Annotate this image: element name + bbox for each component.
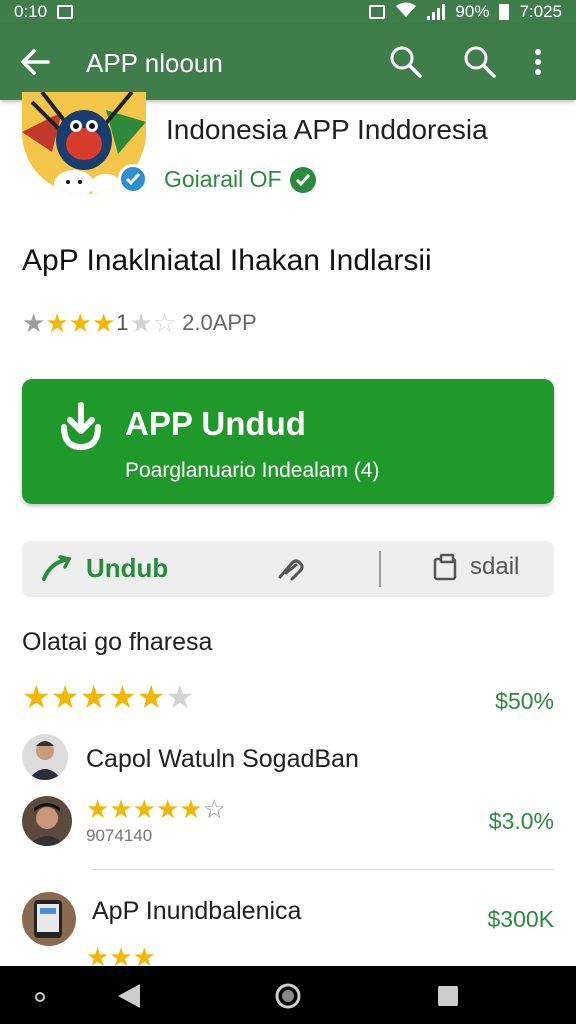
status-time-right: 7:025 [519,2,562,21]
arrow-icon [42,554,72,581]
star-icon: ★ [155,794,180,824]
notification-icon [57,5,74,19]
star-icon: ☆ [202,794,226,824]
star-icon: ★ [45,308,69,338]
battery-icon [499,4,510,20]
summary-stars: ★ ★ ★ ★ ★ ★ [22,680,194,714]
avatar [22,796,72,846]
search-icon[interactable] [462,44,498,80]
rating-value: 1 [116,310,129,335]
action-divider [379,551,381,587]
avatar [22,892,76,946]
star-icon: ★ [91,308,116,338]
back-triangle-icon[interactable] [116,982,142,1015]
review-divider [92,869,554,870]
back-arrow-icon[interactable] [18,46,52,78]
star-icon: ★ [50,679,80,715]
home-circle-icon[interactable] [274,982,302,1015]
review-price: $3.0% [488,808,554,834]
star-icon: ★ [68,308,92,338]
reviewer-name: ApP Inundbalenica [92,897,302,925]
verified-badge-icon [118,164,148,194]
app-headline: ApP Inaklniatal Ihakan Indlarsii [22,244,432,277]
secondary-action-label: sdail [470,553,520,580]
battery-percent: 90% [455,2,490,21]
star-icon: ★ [109,794,133,824]
page-title: APP nlooun [86,48,223,78]
rating-row: ★ ★ ★ ★ 1 ★ ☆ 2.0APP [22,310,257,336]
status-time-left: 0:10 [14,2,48,21]
alarm-icon [369,5,386,19]
clipboard-icon [433,553,457,581]
install-button[interactable]: APP Undud Poarglanuario Indealam (4) [22,379,554,504]
star-icon: ★ [165,679,195,715]
search-icon[interactable] [388,44,424,80]
summary-price: $50% [495,688,554,714]
star-icon: ★ [79,679,109,715]
reviewer-name: Capol Watuln SogadBan [86,745,359,773]
system-nav-bar [0,966,576,1024]
avatar [22,734,68,780]
wifi-icon [395,2,417,23]
app-bar: APP nlooun [0,24,576,100]
star-icon: ★ [22,308,46,338]
star-icon: ★ [179,794,203,824]
install-label: APP Undud [125,405,306,442]
check-circle-icon [289,166,316,193]
star-icon: ★ [108,679,137,715]
developer-link[interactable]: Goiarail OF [164,166,316,193]
primary-action-label: Undub [86,553,169,583]
rating-count: 2.0APP [182,310,257,335]
install-sublabel: Poarglanuario Indealam (4) [125,459,380,482]
recents-square-icon[interactable] [436,984,460,1013]
star-icon: ★ [132,794,156,824]
star-icon: ☆ [152,308,177,338]
review-price: $300K [487,906,554,932]
status-bar: 0:10 90% 7:025 [0,0,576,24]
star-icon: ★ [129,308,153,338]
download-icon [58,401,104,451]
reviews-section-title: Olatai go fharesa [22,628,213,656]
review-meta: 9074140 [86,826,153,845]
secondary-action-button[interactable]: sdail [432,553,519,581]
dot-icon[interactable] [34,990,46,1008]
link-icon[interactable] [274,553,310,585]
star-icon: ★ [86,794,110,824]
star-icon: ★ [136,679,166,715]
more-vert-icon[interactable] [528,44,548,80]
app-name: Indonesia APP Inddoresia [166,114,488,145]
star-icon: ★ [22,679,51,715]
action-bar: Undub sdail [22,541,554,597]
primary-action-button[interactable]: Undub [40,553,168,584]
developer-name: Goiarail OF [164,166,282,192]
review-stars: ★ ★ ★ ★ ★ ☆ [86,792,226,826]
signal-icon [427,4,446,20]
